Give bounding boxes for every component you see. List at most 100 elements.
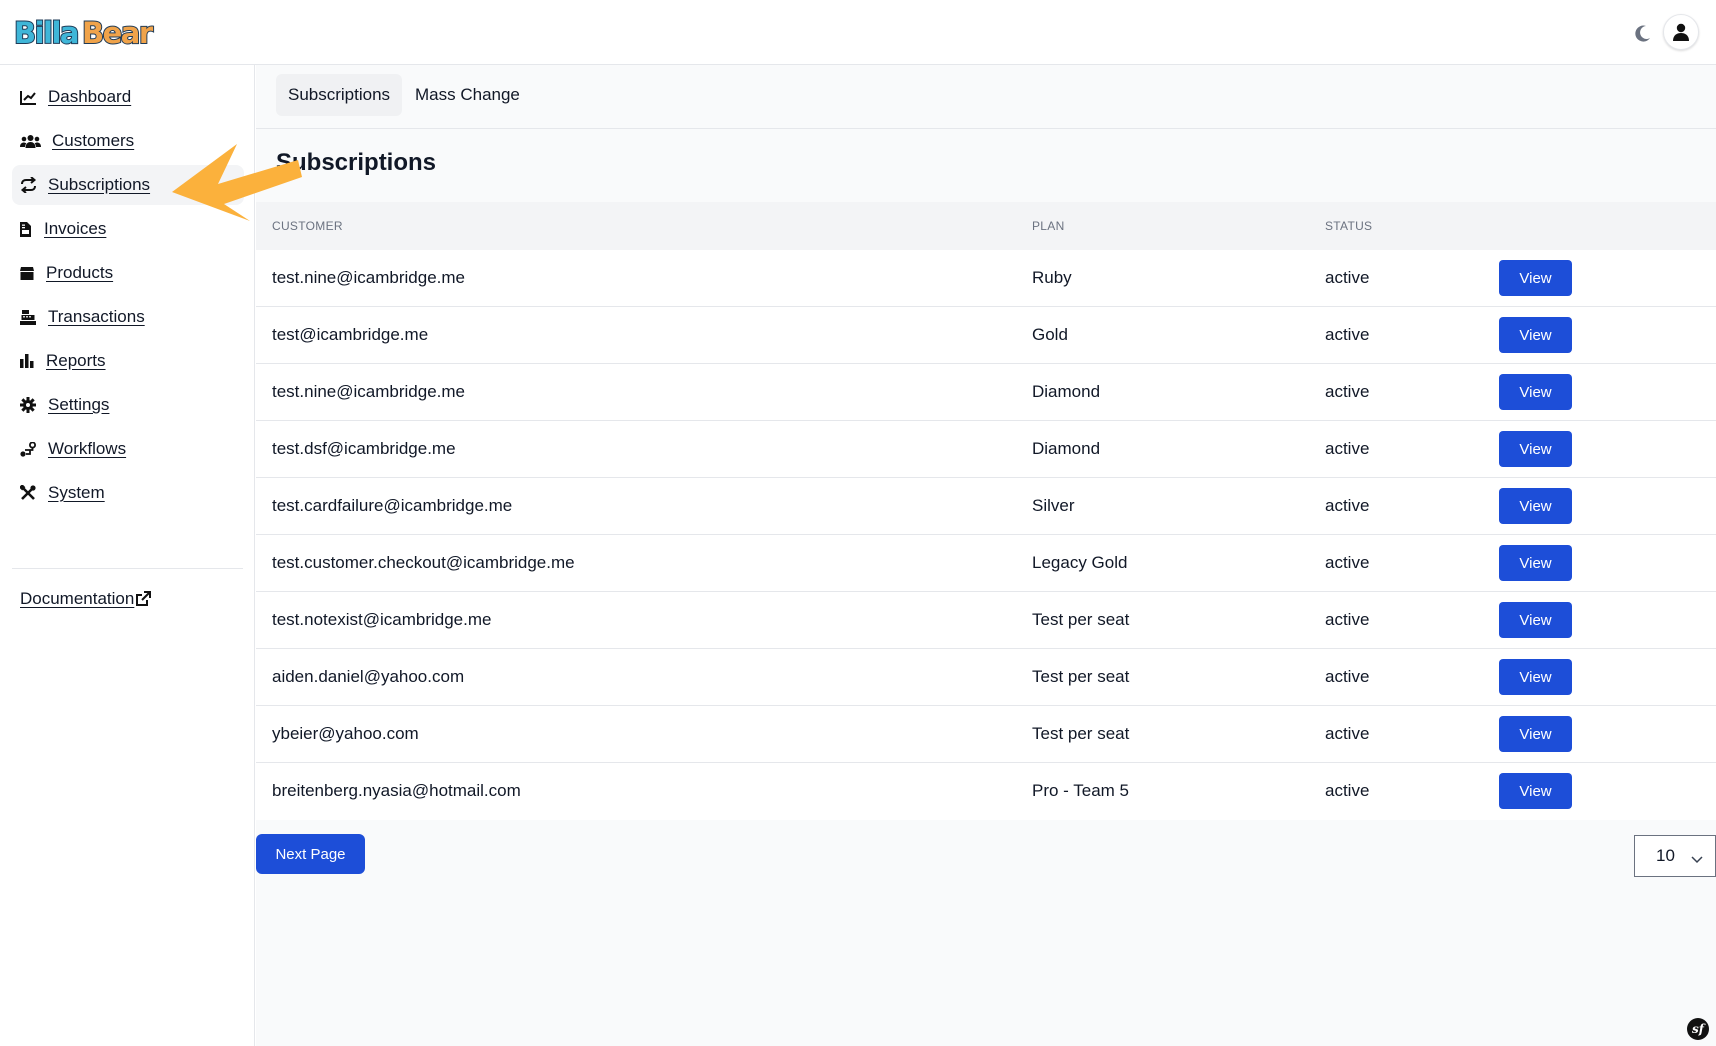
view-button[interactable]: View (1499, 602, 1572, 638)
sidebar-item-label: Subscriptions (48, 175, 151, 194)
customer-email: aiden.daniel@yahoo.com (272, 667, 465, 686)
sidebar-item-label: Reports (46, 351, 106, 370)
column-header-customer: CUSTOMER (272, 219, 343, 233)
view-button[interactable]: View (1499, 374, 1572, 410)
status-text: active (1325, 667, 1370, 686)
repeat-icon (20, 176, 40, 194)
tab-mass-change[interactable]: Mass Change (403, 74, 532, 116)
view-button[interactable]: View (1499, 431, 1572, 467)
svg-text:Bear: Bear (82, 16, 154, 50)
chart-line-icon (20, 88, 40, 106)
bar-chart-icon (20, 352, 38, 370)
plan-name: Gold (1032, 325, 1068, 344)
table-header: CUSTOMER PLAN STATUS (256, 202, 1716, 250)
status-text: active (1325, 439, 1370, 458)
table-row: test.customer.checkout@icambridge.me Lega… (256, 535, 1716, 592)
table-row: aiden.daniel@yahoo.com Test per seat activ… (256, 649, 1716, 706)
status-text: active (1325, 610, 1370, 629)
user-avatar-button[interactable] (1663, 14, 1699, 50)
sidebar-item-dashboard[interactable]: Dashboard (12, 77, 244, 117)
svg-text:Billa: Billa (14, 16, 78, 50)
plan-name: Test per seat (1032, 610, 1130, 629)
sidebar-item-label: Settings (48, 395, 110, 414)
plan-name: Legacy Gold (1032, 553, 1128, 572)
sidebar-item-label: Invoices (44, 219, 107, 238)
sidebar-item-workflows[interactable]: Workflows (12, 429, 244, 469)
status-text: active (1325, 496, 1370, 515)
main-content: Subscriptions Mass Change Subscriptions … (256, 65, 1716, 1046)
sidebar-item-products[interactable]: Products (12, 253, 244, 293)
moon-icon[interactable] (1632, 22, 1654, 44)
sidebar-divider (12, 568, 243, 569)
plan-name: Diamond (1032, 382, 1101, 401)
table-row: test.nine@icambridge.me Diamond active View (256, 364, 1716, 421)
table-row: test@icambridge.me Gold active View (256, 307, 1716, 364)
column-header-plan: PLAN (1032, 219, 1065, 233)
page-title: Subscriptions (276, 149, 437, 176)
customer-email: ybeier@yahoo.com (272, 724, 419, 743)
table-row: breitenberg.nyasia@hotmail.com Pro - Team… (256, 763, 1716, 820)
sidebar: Dashboard Customers Subscriptions Invoic… (0, 65, 255, 1046)
column-header-status: STATUS (1325, 219, 1373, 233)
customer-email: test.nine@icambridge.me (272, 382, 466, 401)
sidebar-item-system[interactable]: System (12, 473, 244, 513)
per-page-select[interactable]: 10 (1634, 835, 1716, 877)
table-row: test.nine@icambridge.me Ruby active View (256, 250, 1716, 307)
customer-email: test.nine@icambridge.me (272, 268, 466, 287)
workflow-icon (20, 440, 40, 458)
customer-email: test@icambridge.me (272, 325, 429, 344)
sidebar-item-invoices[interactable]: Invoices (12, 209, 244, 249)
users-icon (20, 132, 44, 150)
customer-email: breitenberg.nyasia@hotmail.com (272, 781, 521, 800)
customer-email: test.notexist@icambridge.me (272, 610, 492, 629)
plan-name: Ruby (1032, 268, 1072, 287)
sidebar-item-label: Customers (52, 131, 135, 150)
view-button[interactable]: View (1499, 545, 1572, 581)
box-icon (20, 264, 38, 282)
table-body: test.nine@icambridge.me Ruby active View tes… (256, 250, 1716, 820)
documentation-label: Documentation (20, 589, 135, 608)
status-text: active (1325, 724, 1370, 743)
sidebar-item-settings[interactable]: Settings (12, 385, 244, 425)
plan-name: Pro - Team 5 (1032, 781, 1130, 800)
next-page-button[interactable]: Next Page (256, 834, 365, 874)
view-button[interactable]: View (1499, 659, 1572, 695)
cash-register-icon (20, 308, 40, 326)
view-button[interactable]: View (1499, 488, 1572, 524)
tab-subscriptions[interactable]: Subscriptions (276, 74, 403, 116)
customer-email: test.customer.checkout@icambridge.me (272, 553, 575, 572)
external-link-icon (135, 591, 152, 607)
sidebar-item-label: Products (46, 263, 114, 282)
table-row: test.dsf@icambridge.me Diamond active View (256, 421, 1716, 478)
status-text: active (1325, 781, 1370, 800)
plan-name: Test per seat (1032, 724, 1130, 743)
status-text: active (1325, 382, 1370, 401)
billabear-logo[interactable]: Billa Bear (12, 14, 162, 50)
sidebar-item-label: Transactions (48, 307, 145, 326)
table-row: test.cardfailure@icambridge.me Silver acti… (256, 478, 1716, 535)
documentation-link[interactable]: Documentation (20, 586, 152, 612)
symfony-debug-icon[interactable]: sf (1687, 1018, 1709, 1040)
plan-name: Diamond (1032, 439, 1101, 458)
sidebar-item-reports[interactable]: Reports (12, 341, 244, 381)
view-button[interactable]: View (1499, 260, 1572, 296)
sidebar-item-subscriptions[interactable]: Subscriptions (12, 165, 244, 205)
table-row: test.notexist@icambridge.me Test per seat… (256, 592, 1716, 649)
view-button[interactable]: View (1499, 716, 1572, 752)
user-icon (1673, 23, 1689, 41)
file-invoice-icon (20, 220, 36, 238)
customer-email: test.dsf@icambridge.me (272, 439, 456, 458)
sidebar-item-label: Workflows (48, 439, 127, 458)
sidebar-item-label: System (48, 483, 105, 502)
view-button[interactable]: View (1499, 773, 1572, 809)
customer-email: test.cardfailure@icambridge.me (272, 496, 513, 515)
plan-name: Silver (1032, 496, 1075, 515)
status-text: active (1325, 553, 1370, 572)
sidebar-item-customers[interactable]: Customers (12, 121, 244, 161)
status-text: active (1325, 325, 1370, 344)
view-button[interactable]: View (1499, 317, 1572, 353)
table-row: ybeier@yahoo.com Test per seat active View (256, 706, 1716, 763)
gear-icon (20, 396, 40, 414)
status-text: active (1325, 268, 1370, 287)
sidebar-item-transactions[interactable]: Transactions (12, 297, 244, 337)
